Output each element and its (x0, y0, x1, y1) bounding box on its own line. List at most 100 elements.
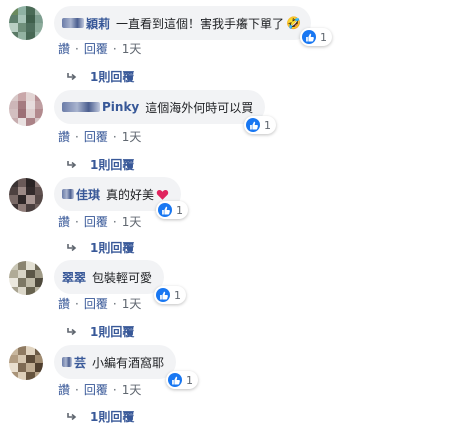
like-action[interactable]: 讚 (58, 381, 70, 398)
avatar-pixel (9, 278, 18, 287)
reaction-count[interactable]: 1 (154, 286, 186, 304)
like-action[interactable]: 讚 (58, 213, 70, 230)
avatar-pixel (26, 286, 35, 295)
thumbs-up-icon (158, 203, 172, 217)
avatar-pixel (17, 109, 26, 118)
avatar-pixel (9, 92, 18, 101)
reply-action[interactable]: 回覆 (84, 381, 108, 398)
avatar-pixel (34, 195, 43, 204)
avatar-pixel (34, 100, 43, 109)
heart-emoji-icon (156, 188, 169, 201)
commenter-name[interactable]: Pinky (62, 100, 139, 114)
avatar-pixel (17, 286, 26, 295)
avatar-pixel (26, 371, 35, 380)
separator-dot: · (75, 382, 79, 397)
reply-arrow-icon (67, 243, 77, 251)
avatar[interactable] (9, 261, 43, 295)
commenter-name[interactable]: 佳琪 (62, 186, 100, 203)
avatar-pixel (9, 31, 18, 40)
reply-action[interactable]: 回覆 (84, 295, 108, 312)
like-action[interactable]: 讚 (58, 295, 70, 312)
view-replies[interactable]: 1則回覆 (66, 156, 134, 173)
commenter-name-text: 穎莉 (86, 16, 111, 31)
avatar-pixel (17, 186, 26, 195)
avatar-pixel (34, 346, 43, 355)
avatar-pixel (34, 363, 43, 372)
timestamp[interactable]: 1天 (122, 128, 142, 145)
avatar-pixel (9, 109, 18, 118)
avatar-pixel (26, 178, 35, 187)
reply-action[interactable]: 回覆 (84, 40, 108, 57)
avatar-pixel (17, 117, 26, 126)
avatar-pixel (26, 186, 35, 195)
view-replies[interactable]: 1則回覆 (66, 408, 134, 425)
comment: 翠翠 包裝輕可愛 1 讚 · 回覆 · 1天 1則回覆 (0, 258, 454, 346)
avatar-pixel (17, 371, 26, 380)
comment-text: 一直看到這個！害我手癢下單了 (116, 16, 285, 31)
avatar-pixel (17, 178, 26, 187)
avatar-pixel (26, 92, 35, 101)
replies-count-label: 1則回覆 (90, 241, 135, 255)
commenter-name-text: 翠翠 (62, 270, 87, 285)
separator-dot: · (75, 129, 79, 144)
reaction-number: 1 (176, 203, 183, 217)
like-action[interactable]: 讚 (58, 128, 70, 145)
comment-bubble: 穎莉 一直看到這個！害我手癢下單了 🤣 (54, 6, 312, 40)
avatar-pixel (34, 117, 43, 126)
comment: 佳琪 真的好美 1 讚 · 回覆 · 1天 1則回覆 (0, 175, 454, 263)
avatar-pixel (17, 346, 26, 355)
avatar-pixel (34, 203, 43, 212)
comment: 穎莉 一直看到這個！害我手癢下單了 🤣 1 讚 · 回覆 · 1天 1則回覆 (0, 0, 454, 88)
view-replies[interactable]: 1則回覆 (66, 323, 134, 340)
avatar-pixel (34, 186, 43, 195)
avatar[interactable] (9, 6, 43, 40)
timestamp[interactable]: 1天 (122, 295, 142, 312)
comment: 芸 小編有酒窩耶 1 讚 · 回覆 · 1天 1則回覆 (0, 345, 454, 433)
view-replies[interactable]: 1則回覆 (66, 239, 134, 256)
reply-arrow-icon (67, 160, 77, 168)
avatar[interactable] (9, 346, 43, 380)
avatar-pixel (34, 269, 43, 278)
avatar-pixel (9, 269, 18, 278)
avatar-pixel (17, 23, 26, 32)
like-action[interactable]: 讚 (58, 40, 70, 57)
commenter-name[interactable]: 翠翠 (62, 269, 86, 286)
timestamp[interactable]: 1天 (122, 381, 142, 398)
avatar-pixel (17, 31, 26, 40)
avatar-pixel (26, 261, 35, 270)
avatar-pixel (34, 6, 43, 15)
avatar-pixel (9, 371, 18, 380)
avatar-pixel (26, 31, 35, 40)
avatar-pixel (9, 203, 18, 212)
commenter-name[interactable]: 芸 (62, 354, 86, 371)
avatar-pixel (26, 203, 35, 212)
avatar-pixel (9, 117, 18, 126)
reply-arrow-icon (67, 327, 77, 335)
view-replies[interactable]: 1則回覆 (66, 68, 134, 85)
reaction-count[interactable]: 1 (166, 371, 198, 389)
avatar-pixel (34, 14, 43, 23)
blurred-name-part (62, 357, 72, 367)
replies-count-label: 1則回覆 (90, 158, 135, 172)
separator-dot: · (75, 41, 79, 56)
avatar-pixel (9, 14, 18, 23)
avatar-pixel (9, 363, 18, 372)
reaction-count[interactable]: 1 (156, 201, 188, 219)
separator-dot: · (112, 382, 117, 397)
reply-action[interactable]: 回覆 (84, 128, 108, 145)
reply-action[interactable]: 回覆 (84, 213, 108, 230)
avatar[interactable] (9, 178, 43, 212)
avatar-pixel (9, 346, 18, 355)
timestamp[interactable]: 1天 (122, 213, 142, 230)
avatar-pixel (17, 269, 26, 278)
reaction-count[interactable]: 1 (244, 116, 276, 134)
commenter-name[interactable]: 穎莉 (62, 15, 110, 32)
timestamp[interactable]: 1天 (122, 40, 142, 57)
thumbs-up-icon (168, 373, 182, 387)
avatar-pixel (17, 203, 26, 212)
separator-dot: · (75, 296, 79, 311)
avatar[interactable] (9, 92, 43, 126)
separator-dot: · (75, 214, 79, 229)
avatar-pixel (17, 354, 26, 363)
reaction-count[interactable]: 1 (300, 28, 332, 46)
